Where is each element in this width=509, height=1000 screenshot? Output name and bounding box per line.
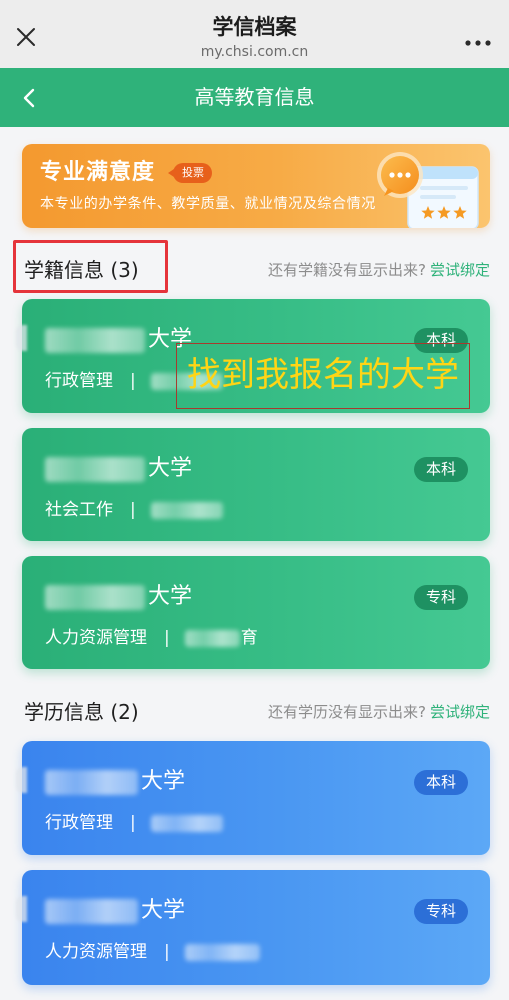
edge-smudge <box>16 767 27 793</box>
separator: | <box>130 371 136 391</box>
detail-visible-tail: 育 <box>240 628 258 648</box>
school-name-visible: 大学 <box>148 456 193 481</box>
annotation-callout-text: 找到我报名的大学 <box>187 355 459 395</box>
redacted-school-name <box>45 584 145 610</box>
school-name: 大学 <box>45 454 192 484</box>
back-chevron-glyph <box>23 88 35 108</box>
enrollment-hint-row: 还有学籍没有显示出来? 尝试绑定 <box>268 255 490 285</box>
level-badge: 专科 <box>414 585 468 610</box>
redacted-detail <box>150 814 223 832</box>
redacted-detail <box>184 943 260 961</box>
redacted-school-name <box>45 456 145 482</box>
school-name: 大学 <box>45 896 185 926</box>
degree-hint: 还有学历没有显示出来? <box>268 703 426 721</box>
annotation-callout-box: 找到我报名的大学 <box>176 343 470 409</box>
record-detail: 人力资源管理 | <box>45 939 260 965</box>
major-label: 行政管理 <box>45 813 113 833</box>
level-badge: 本科 <box>414 770 468 795</box>
record-detail: 人力资源管理 | 育 <box>45 625 258 651</box>
redacted-school-name <box>45 769 138 795</box>
degree-section-title: 学历信息 (2) <box>24 700 139 724</box>
webview-header: 学信档案 my.chsi.com.cn <box>0 0 509 68</box>
banner-title: 专业满意度 <box>40 160 156 185</box>
separator: | <box>164 628 170 648</box>
edge-smudge <box>16 896 27 922</box>
school-name-visible: 大学 <box>141 769 186 794</box>
separator: | <box>164 942 170 962</box>
major-label: 行政管理 <box>45 371 113 391</box>
degree-hint-row: 还有学历没有显示出来? 尝试绑定 <box>268 697 490 727</box>
separator: | <box>130 500 136 520</box>
major-label: 社会工作 <box>45 500 113 520</box>
banner-subtitle: 本专业的办学条件、教学质量、就业情况及综合情况 <box>40 196 376 212</box>
school-name: 大学 <box>45 582 192 612</box>
satisfaction-illustration <box>377 152 479 228</box>
degree-bind-link[interactable]: 尝试绑定 <box>430 703 490 721</box>
degree-card[interactable]: 大学 专科 人力资源管理 | <box>16 870 490 985</box>
school-name-visible: 大学 <box>141 898 186 923</box>
major-label: 人力资源管理 <box>45 942 147 962</box>
redacted-detail <box>184 629 240 647</box>
school-name: 大学 <box>45 325 192 355</box>
enrollment-hint: 还有学籍没有显示出来? <box>268 261 426 279</box>
school-name-visible: 大学 <box>148 584 193 609</box>
redacted-school-name <box>45 327 145 353</box>
more-icon-glyph <box>465 40 491 46</box>
edge-smudge <box>16 325 27 351</box>
separator: | <box>130 813 136 833</box>
redacted-school-name <box>45 898 138 924</box>
enrollment-card[interactable]: 大学 本科 社会工作 | <box>22 428 490 541</box>
nav-bar: 高等教育信息 <box>0 68 509 127</box>
satisfaction-banner[interactable]: 专业满意度 投票 本专业的办学条件、教学质量、就业情况及综合情况 <box>22 144 490 228</box>
school-name: 大学 <box>45 767 185 797</box>
level-badge: 本科 <box>414 457 468 482</box>
record-detail: 行政管理 | <box>45 810 223 836</box>
enrollment-card[interactable]: 大学 专科 人力资源管理 | 育 <box>22 556 490 669</box>
enrollment-bind-link[interactable]: 尝试绑定 <box>430 261 490 279</box>
page-title: 高等教育信息 <box>194 85 315 109</box>
degree-card[interactable]: 大学 本科 行政管理 | <box>16 741 490 855</box>
chat-bubble-icon <box>377 152 423 198</box>
redacted-detail <box>150 501 223 519</box>
major-label: 人力资源管理 <box>45 628 147 648</box>
more-icon[interactable] <box>464 33 492 46</box>
webview-url: my.chsi.com.cn <box>200 44 309 60</box>
webview-title: 学信档案 <box>212 15 297 39</box>
record-detail: 社会工作 | <box>45 497 223 523</box>
back-chevron-icon[interactable] <box>20 87 40 109</box>
annotation-highlight-box <box>13 240 168 293</box>
level-badge: 专科 <box>414 899 468 924</box>
vote-badge: 投票 <box>168 163 212 183</box>
degree-section-header: 学历信息 (2) 还有学历没有显示出来? 尝试绑定 <box>24 697 490 727</box>
